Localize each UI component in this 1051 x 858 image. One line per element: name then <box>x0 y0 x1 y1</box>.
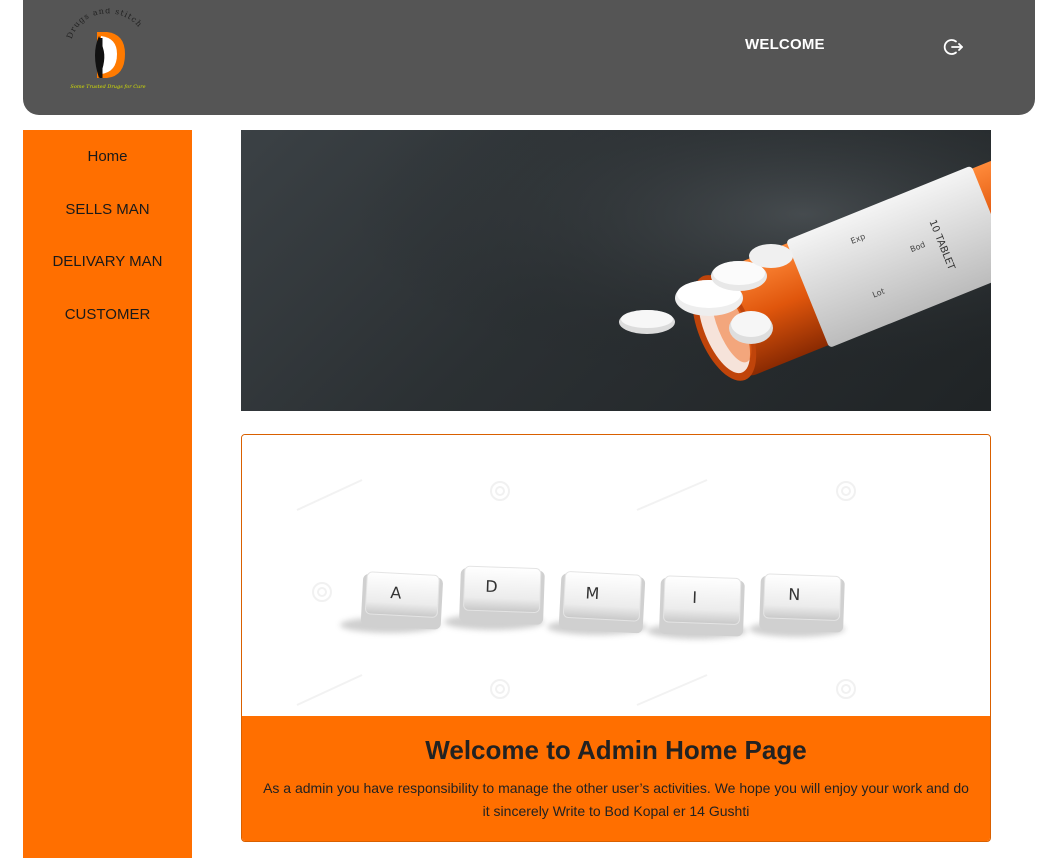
svg-text:Some Trusted Drugs for Cure: Some Trusted Drugs for Cure <box>70 84 145 90</box>
admin-keyboard-image: A D M I N <box>242 435 990 716</box>
card-description: As a admin you have responsibility to ma… <box>263 780 969 819</box>
brand-logo[interactable]: Drugs and stitch Some Trusted Drugs for … <box>63 6 153 92</box>
sidebar-item-home[interactable]: Home <box>23 148 192 201</box>
sidebar-item-customer[interactable]: CUSTOMER <box>23 306 192 359</box>
card-body: Welcome to Admin Home Page As a admin yo… <box>242 716 990 841</box>
card-title: Welcome to Admin Home Page <box>425 735 807 765</box>
keyboard-keys: A D M I N <box>360 565 845 637</box>
logout-icon[interactable] <box>943 36 965 58</box>
hero-pill-bottle-image: 10 TABLET Bod Exp Lot <box>241 130 991 411</box>
sidebar-item-delivary-man[interactable]: DELIVARY MAN <box>23 253 192 306</box>
svg-text:A: A <box>390 583 402 603</box>
svg-text:M: M <box>585 583 600 603</box>
sidebar-item-sells-man[interactable]: SELLS MAN <box>23 201 192 254</box>
svg-text:N: N <box>788 585 801 604</box>
top-header: Drugs and stitch Some Trusted Drugs for … <box>23 0 1035 115</box>
welcome-label: WELCOME <box>745 36 825 53</box>
svg-text:D: D <box>485 577 498 596</box>
sidebar-nav: Home SELLS MAN DELIVARY MAN CUSTOMER <box>23 130 192 858</box>
admin-welcome-card: A D M I N Welcome to Admin Home Page As … <box>241 434 991 842</box>
svg-text:I: I <box>692 588 697 607</box>
